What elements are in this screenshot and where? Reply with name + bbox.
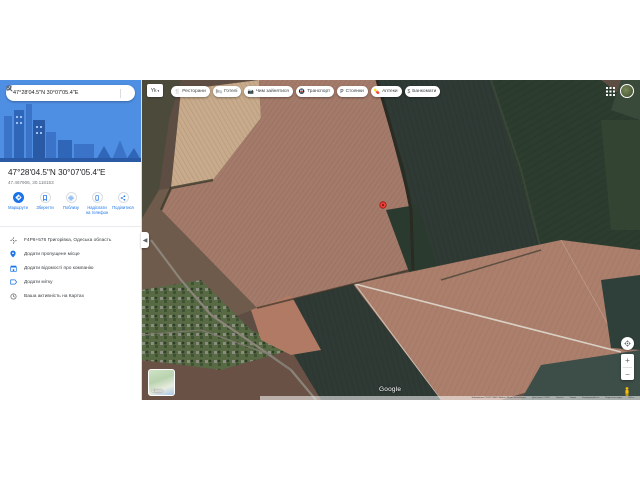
actions-divider — [0, 226, 141, 227]
map-footer: Зображення ©2022 CNES / Airbus, Maxar Te… — [260, 396, 640, 400]
layers-button[interactable]: Шари — [148, 369, 175, 396]
add-business-row[interactable]: Додати відомості про компанію — [0, 262, 141, 274]
nearby-label: Поблизу — [63, 205, 79, 210]
chip-label: Готелі — [224, 89, 238, 94]
close-search-button[interactable] — [7, 86, 135, 99]
atm-icon: $ — [407, 88, 411, 95]
chip-label: Ресторани — [182, 89, 206, 94]
add-missing-place-row[interactable]: Додати пропущене місце — [0, 248, 141, 260]
directions-button[interactable]: Маршрути — [5, 192, 31, 210]
camera-icon: 📷 — [247, 88, 254, 95]
plus-code-icon — [8, 236, 18, 244]
search-divider — [120, 88, 121, 98]
chip-transit[interactable]: 🚇 Транспорт — [295, 86, 335, 97]
country-link[interactable]: Україна — [556, 397, 564, 399]
chip-label: Транспорт — [307, 89, 331, 94]
pharmacy-icon: 💊 — [373, 88, 381, 95]
history-icon — [8, 292, 18, 300]
chip-label: Стоянки — [345, 89, 364, 94]
decimal-coordinates: 47.467906, 30.118153 — [8, 180, 54, 185]
category-chips: 🍴 Ресторани 🛏 Готелі 📷 Чим зайнятися 🚇 Транс… — [171, 86, 443, 97]
language-value: Yk — [150, 87, 157, 94]
feedback-link[interactable]: Надіслати відгук — [606, 397, 623, 399]
satellite-map[interactable] — [141, 80, 640, 400]
chip-label: Банкомати — [412, 89, 437, 94]
chevron-down-icon: ▾ — [157, 88, 160, 93]
place-hero-image — [0, 80, 141, 162]
pegman-icon — [625, 386, 629, 396]
share-label: Поділитися — [112, 205, 134, 210]
directions-icon — [12, 192, 24, 203]
nearby-icon — [65, 192, 77, 203]
parking-icon: P — [340, 88, 344, 95]
directions-label: Маршрути — [8, 205, 28, 210]
search-input[interactable] — [6, 89, 106, 97]
scale-bar[interactable]: 500 м — [628, 397, 634, 399]
place-panel: 47°28'04.5"N 30°07'05.4"E 47.467906, 30.… — [0, 80, 142, 400]
add-business-text: Додати відомості про компанію — [24, 265, 94, 271]
add-label-text: Додати мітку — [24, 279, 53, 285]
zoom-control: + − — [621, 354, 634, 380]
action-bar: Маршрути Зберегти Поблизу Надіслати на т… — [4, 192, 137, 218]
add-label-row[interactable]: Додати мітку — [0, 276, 141, 288]
restaurant-icon: 🍴 — [174, 88, 181, 95]
zoom-out-button[interactable]: − — [621, 368, 634, 381]
plus-code-row[interactable]: F4P8+576 Григорівка, Одеська область — [0, 234, 141, 246]
map-data-attribution: Дані карти ©2022 — [532, 397, 550, 399]
send-to-phone-icon — [91, 192, 103, 203]
nearby-button[interactable]: Поблизу — [58, 192, 84, 210]
crosshair-icon — [624, 340, 631, 347]
search-box — [6, 85, 135, 101]
collapse-panel-button[interactable]: ◀ — [141, 232, 149, 248]
google-apps-icon[interactable] — [606, 87, 615, 96]
add-missing-place-text: Додати пропущене місце — [24, 251, 80, 257]
send-to-phone-button[interactable]: Надіслати на телефон — [84, 192, 110, 215]
transit-icon: 🚇 — [298, 88, 306, 95]
my-location-button[interactable] — [621, 337, 634, 350]
share-button[interactable]: Поділитися — [110, 192, 136, 210]
hotel-icon: 🛏 — [215, 88, 223, 95]
chip-atms[interactable]: $ Банкомати — [404, 86, 441, 97]
send-to-phone-label-line2: на телефон — [85, 210, 109, 215]
close-icon — [7, 86, 12, 91]
privacy-link[interactable]: Конфіденційність — [582, 397, 600, 399]
imagery-attribution: Зображення ©2022 CNES / Airbus, Maxar Te… — [471, 397, 527, 399]
search-button[interactable] — [6, 85, 118, 99]
save-button[interactable]: Зберегти — [32, 192, 58, 210]
street-view-pegman[interactable] — [622, 386, 632, 396]
google-maps-app: 47°28'04.5"N 30°07'05.4"E 47.467906, 30.… — [0, 80, 640, 400]
chip-parking[interactable]: P Стоянки — [337, 86, 368, 97]
chip-label: Чим зайнятися — [255, 89, 289, 94]
plus-code-text: F4P8+576 Григорівка, Одеська область — [24, 237, 112, 243]
label-icon — [8, 279, 18, 285]
maps-activity-row[interactable]: Ваша активність на Картах — [0, 290, 141, 302]
bookmark-icon — [39, 192, 51, 203]
business-icon — [8, 265, 18, 272]
google-logo: Google — [379, 386, 402, 393]
zoom-in-button[interactable]: + — [621, 354, 634, 367]
layers-label: Шари — [152, 388, 163, 393]
language-select[interactable]: Yk ▾ — [147, 84, 163, 97]
place-title: 47°28'04.5"N 30°07'05.4"E — [8, 168, 106, 177]
account-avatar[interactable] — [620, 84, 634, 98]
chip-pharmacies[interactable]: 💊 Аптеки — [370, 86, 402, 97]
maps-activity-text: Ваша активність на Картах — [24, 293, 84, 299]
chip-restaurants[interactable]: 🍴 Ресторани — [171, 86, 210, 97]
save-label: Зберегти — [36, 205, 54, 210]
chip-hotels[interactable]: 🛏 Готелі — [212, 86, 242, 97]
add-place-icon — [8, 250, 18, 258]
share-icon — [117, 192, 129, 203]
chevron-left-icon: ◀ — [142, 237, 148, 244]
satellite-imagery — [141, 80, 640, 400]
chip-things-to-do[interactable]: 📷 Чим зайнятися — [244, 86, 293, 97]
chip-label: Аптеки — [382, 89, 398, 94]
terms-link[interactable]: Умови — [570, 397, 576, 399]
